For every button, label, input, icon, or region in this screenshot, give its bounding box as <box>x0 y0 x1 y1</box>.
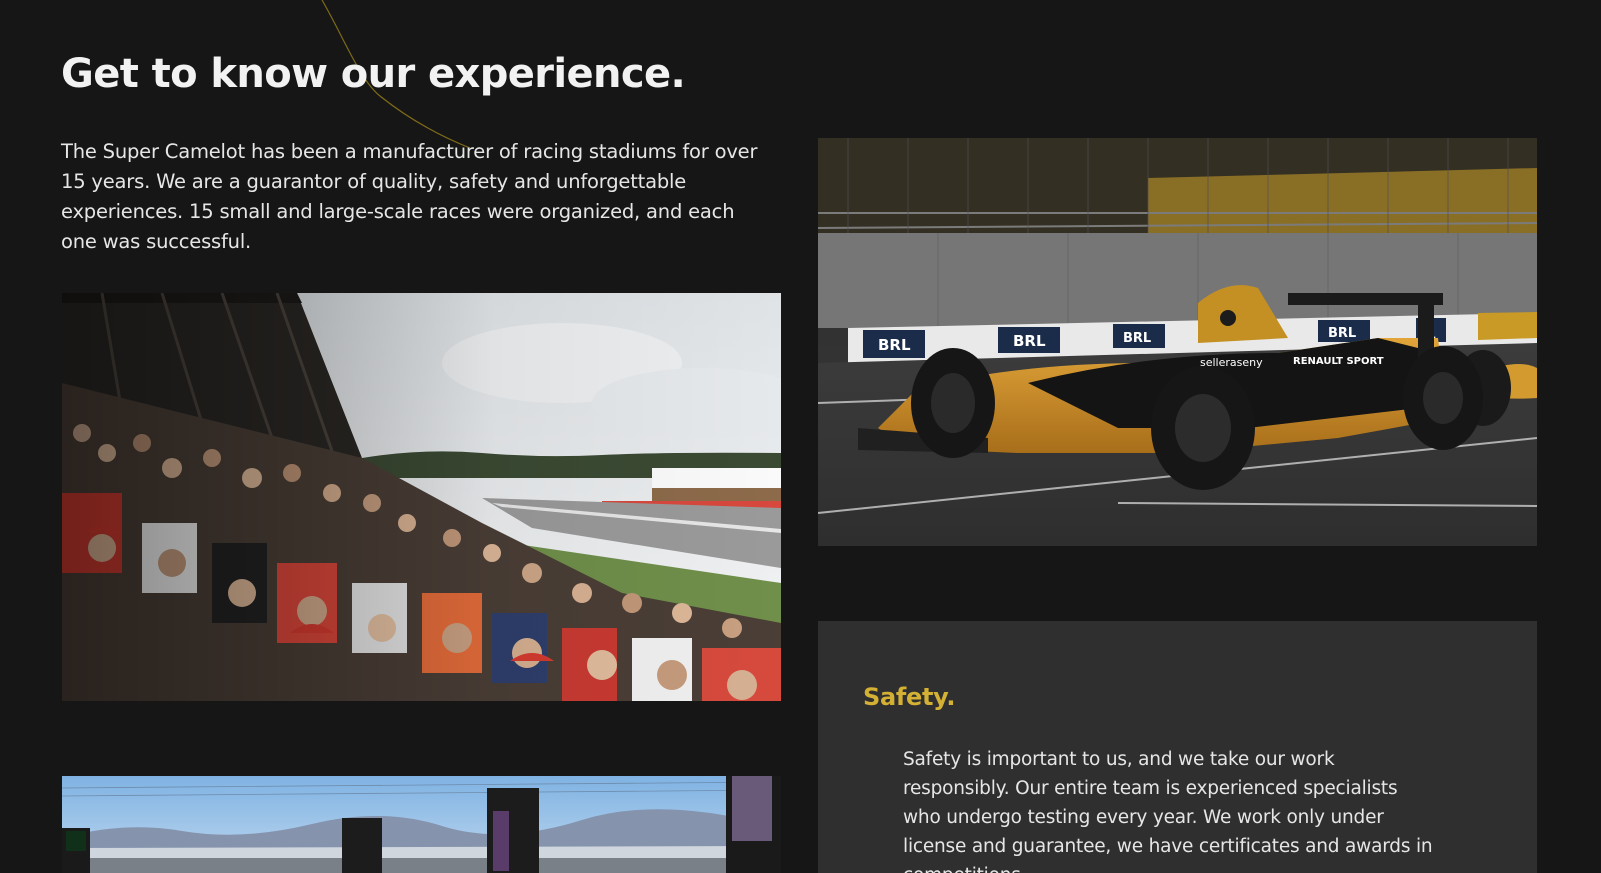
safety-text: Safety is important to us, and we take o… <box>903 749 1433 873</box>
experience-section: Get to know our experience. The Super Ca… <box>0 0 1601 873</box>
race-car-photo: BRL BRL BRL BRL 1 <box>818 138 1537 546</box>
car-livery-text: RENAULT SPORT <box>1293 356 1384 367</box>
brl-sign: BRL <box>1123 331 1151 346</box>
track-landscape-photo <box>62 776 781 873</box>
brl-sign: BRL <box>1328 326 1356 341</box>
section-title: Get to know our experience. <box>61 51 686 97</box>
safety-card: Safety. Safety is important to us, and w… <box>818 621 1537 873</box>
brl-sign: BRL <box>1013 332 1046 350</box>
brl-sign: BRL <box>878 336 911 354</box>
safety-title: Safety. <box>863 683 956 711</box>
crowd-photo <box>62 293 781 701</box>
intro-paragraph: The Super Camelot has been a manufacture… <box>61 140 758 253</box>
car-livery-text: selleraseny <box>1200 356 1263 369</box>
